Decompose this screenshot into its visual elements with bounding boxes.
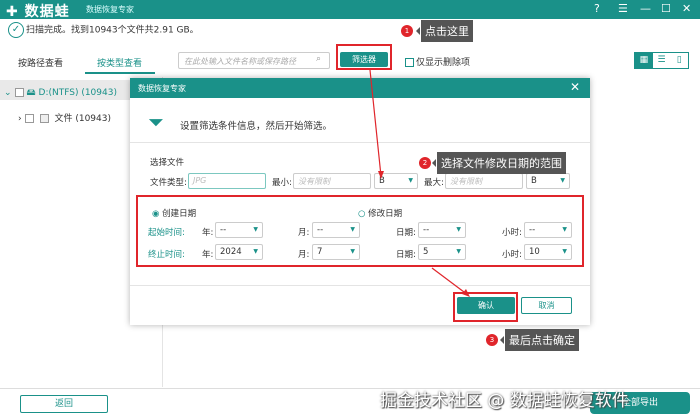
arrow-2 <box>431 267 469 296</box>
callout-2: 选择文件修改日期的范围 <box>432 152 566 174</box>
callout-1: 点击这里 <box>416 20 473 42</box>
arrow-1 <box>369 69 382 177</box>
step-badge: 2 <box>419 157 431 169</box>
annotation-arrows <box>369 69 470 297</box>
step-badge: 1 <box>401 25 413 37</box>
watermark: 掘金技术社区 @ 数据蛙恢复软件 <box>380 391 629 411</box>
arrow-head <box>462 289 470 297</box>
callout-3: 最后点击确定 <box>500 329 579 351</box>
step-badge: 3 <box>486 334 498 346</box>
arrow-head <box>378 171 384 179</box>
